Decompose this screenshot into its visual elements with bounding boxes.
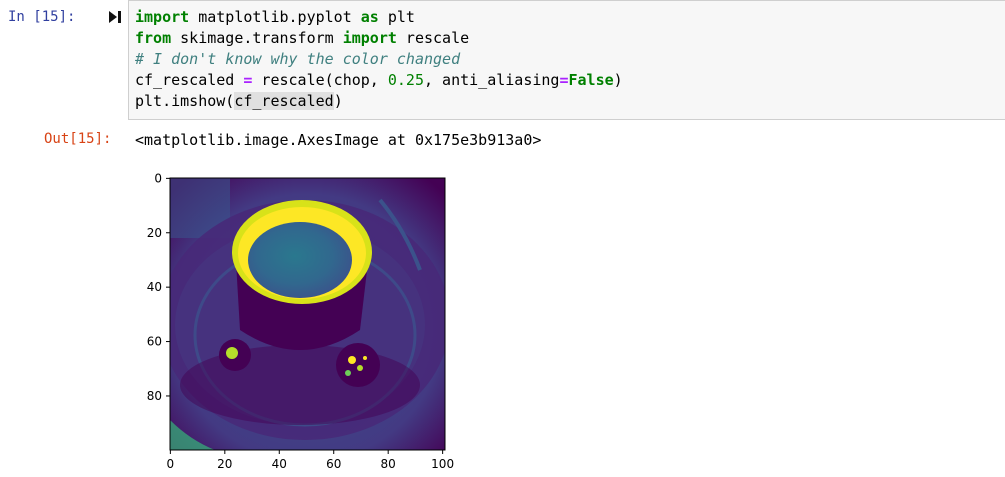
code-token: plt.imshow( — [135, 92, 235, 110]
x-tick-label: 40 — [272, 457, 287, 471]
code-token: False — [568, 71, 614, 89]
code-token: import — [135, 8, 190, 26]
code-line: from skimage.transform import rescale — [135, 28, 623, 49]
code-token: plt — [378, 8, 415, 26]
y-tick-label: 0 — [154, 171, 162, 185]
code-token: = — [559, 71, 569, 89]
code-token: cf_rescaled — [234, 92, 334, 110]
output-text: <matplotlib.image.AxesImage at 0x175e3b9… — [135, 131, 542, 149]
x-tick-label: 60 — [326, 457, 341, 471]
y-tick-label: 60 — [147, 335, 162, 349]
y-tick-label: 40 — [147, 280, 162, 294]
code-token: ) — [613, 71, 623, 89]
code-line: plt.imshow(cf_rescaled) — [135, 91, 623, 112]
x-axis: 0 20 40 60 80 100 — [167, 450, 454, 471]
x-tick-label: 20 — [217, 457, 232, 471]
code-token: cf_rescaled — [135, 71, 244, 89]
code-token: ) — [333, 92, 343, 110]
imshow-plot: 0 20 40 60 80 100 0 20 40 60 80 — [147, 171, 454, 471]
code-token: # I don't know why the color changed — [135, 50, 461, 68]
input-prompt: In [15]: — [8, 9, 76, 25]
code-token: from — [135, 29, 172, 47]
code-token: matplotlib.pyplot — [189, 8, 361, 26]
code-token: import — [342, 29, 397, 47]
code-token: as — [360, 8, 379, 26]
output-prompt: Out[15]: — [44, 131, 112, 147]
x-tick-label: 80 — [381, 457, 396, 471]
x-tick-label: 0 — [167, 457, 175, 471]
x-tick-label: 100 — [431, 457, 454, 471]
y-tick-label: 80 — [147, 389, 162, 403]
code-token: rescale — [396, 29, 470, 47]
y-axis: 0 20 40 60 80 — [147, 171, 170, 403]
y-tick-label: 20 — [147, 226, 162, 240]
code-token: 0.25 — [387, 71, 424, 89]
image-area — [170, 178, 445, 450]
code-token: rescale(chop, — [252, 71, 388, 89]
run-cell-icon[interactable] — [106, 8, 124, 26]
code-line: # I don't know why the color changed — [135, 49, 623, 70]
code-lines: import matplotlib.pyplot as plt from skim… — [135, 7, 623, 112]
code-line: import matplotlib.pyplot as plt — [135, 7, 623, 28]
code-cell-editor[interactable]: import matplotlib.pyplot as plt from skim… — [128, 0, 1005, 120]
code-token: skimage.transform — [171, 29, 343, 47]
code-line: cf_rescaled = rescale(chop, 0.25, anti_a… — [135, 70, 623, 91]
code-token: , anti_aliasing — [424, 71, 560, 89]
